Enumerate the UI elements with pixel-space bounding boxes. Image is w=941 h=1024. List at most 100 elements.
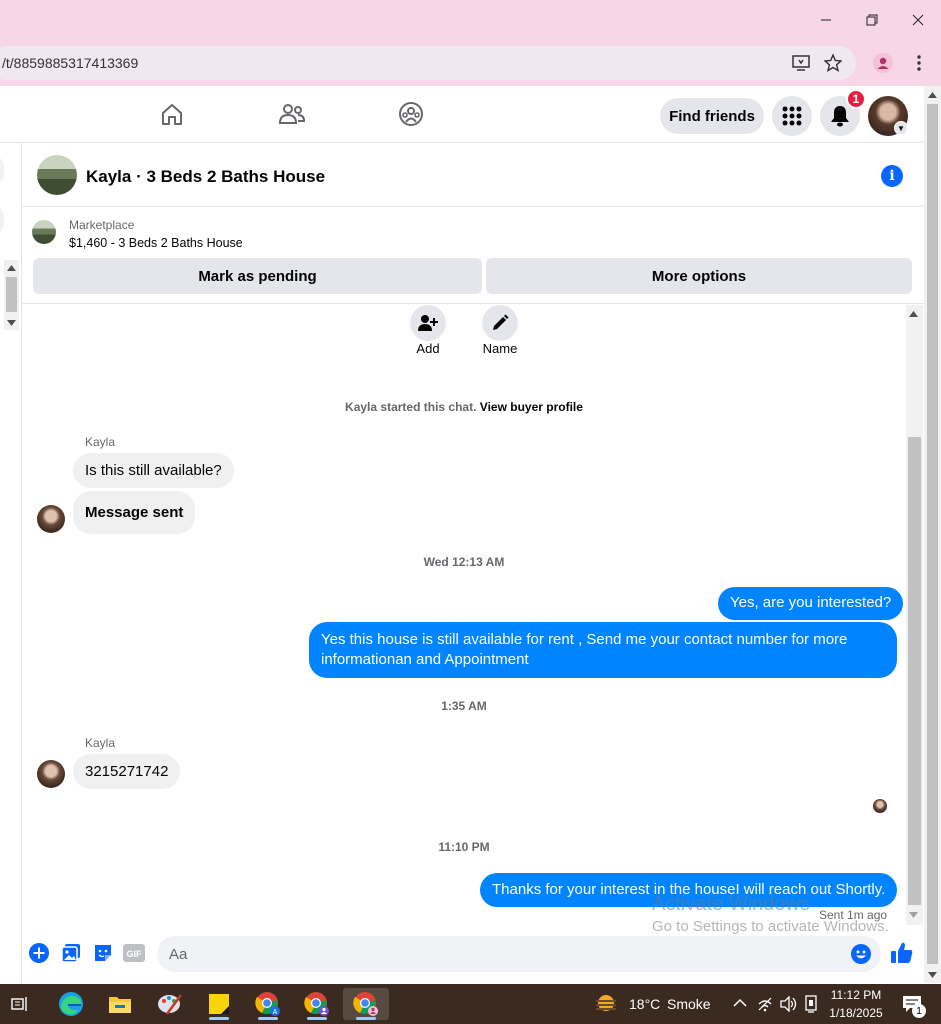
listing-small-thumbnail[interactable] [32, 220, 56, 244]
listing-title[interactable]: $1,460 - 3 Beds 2 Baths House [69, 236, 243, 250]
scroll-up-arrow-icon[interactable] [909, 311, 918, 317]
scroll-up-arrow-icon[interactable] [928, 92, 937, 98]
chrome-icon [353, 992, 378, 1016]
add-person-icon [418, 315, 438, 331]
close-icon [912, 14, 924, 26]
chrome-profile-b-taskbar-button[interactable] [297, 988, 337, 1020]
timestamp: 1:35 AM [441, 699, 487, 713]
groups-icon[interactable] [396, 99, 426, 129]
emoji-icon[interactable] [851, 944, 871, 964]
notification-count-badge: 1 [912, 1004, 926, 1018]
chevron-up-icon[interactable] [733, 998, 747, 1008]
paint-taskbar-button[interactable] [150, 988, 190, 1020]
name-label: Name [482, 341, 518, 356]
sticky-note-icon [209, 994, 229, 1014]
outgoing-message[interactable]: Yes this house is still available for re… [309, 622, 897, 678]
paint-palette-icon [158, 994, 183, 1015]
browser-menu-icon[interactable] [906, 50, 932, 76]
smoke-weather-icon [596, 995, 616, 1011]
scroll-up-arrow-icon[interactable] [7, 265, 16, 271]
restore-button[interactable] [849, 0, 895, 40]
photo-icon [61, 944, 80, 963]
attach-media-button[interactable] [60, 942, 82, 964]
chrome-profile-c-taskbar-button[interactable] [343, 988, 389, 1020]
file-explorer-taskbar-button[interactable] [100, 988, 140, 1020]
weather-condition[interactable]: Smoke [667, 996, 711, 1012]
marketplace-banner: Marketplace $1,460 - 3 Beds 2 Baths Hous… [22, 208, 924, 304]
weather-temperature[interactable]: 18°C [629, 996, 660, 1012]
watermark-line-2: Go to Settings to activate Windows. [652, 918, 889, 935]
active-app-indicator [209, 1017, 229, 1020]
page-scrollbar-thumb[interactable] [927, 104, 938, 964]
chat-started-text: Kayla started this chat. [345, 400, 477, 414]
sender-name: Kayla [85, 736, 116, 750]
chat-header: Kayla · 3 Beds 2 Baths House i [22, 143, 924, 207]
edge-taskbar-button[interactable] [51, 988, 91, 1020]
add-label: Add [416, 341, 440, 356]
gif-button[interactable]: GIF [123, 942, 145, 964]
url-text[interactable]: /t/8859885317413369 [2, 55, 138, 71]
chat-started-notice: Kayla started this chat. View buyer prof… [22, 400, 906, 414]
add-contact-button[interactable] [410, 305, 446, 341]
send-like-button[interactable] [890, 941, 914, 965]
sticker-button[interactable] [92, 942, 114, 964]
activate-windows-watermark: Activate Windows Go to Settings to activ… [652, 893, 889, 935]
notification-badge: 1 [846, 89, 866, 109]
find-friends-button[interactable]: Find friends [660, 98, 764, 134]
sender-avatar[interactable] [37, 505, 65, 533]
outgoing-message[interactable]: Yes, are you interested? [718, 587, 904, 620]
home-icon[interactable] [157, 99, 187, 129]
volume-icon[interactable] [780, 996, 798, 1012]
more-options-button[interactable]: More options [486, 258, 912, 294]
sticker-icon [95, 945, 111, 961]
edit-name-button[interactable] [482, 305, 518, 341]
chat-title[interactable]: Kayla · 3 Beds 2 Baths House [86, 167, 325, 187]
scroll-down-arrow-icon[interactable] [909, 912, 918, 918]
left-scrollbar-thumb[interactable] [6, 277, 17, 312]
sticky-notes-taskbar-button[interactable] [199, 988, 239, 1020]
network-icon[interactable] [757, 996, 773, 1012]
restore-icon [866, 14, 878, 26]
friends-icon[interactable] [277, 99, 307, 129]
pencil-icon [493, 314, 509, 330]
weather-widget[interactable] [590, 988, 622, 1020]
windows-taskbar: A 18°C Smoke 11:12 PM 1/18/2025 1 [0, 984, 941, 1024]
grid-icon [782, 106, 802, 126]
incoming-message[interactable]: Message sent [73, 491, 196, 534]
thumbs-up-icon [891, 942, 913, 963]
scroll-down-arrow-icon[interactable] [7, 320, 16, 326]
task-view-button[interactable] [0, 988, 40, 1020]
view-buyer-profile-link[interactable]: View buyer profile [480, 400, 583, 414]
sender-avatar[interactable] [37, 760, 65, 788]
incoming-message[interactable]: Is this still available? [73, 453, 234, 488]
menu-grid-button[interactable] [772, 96, 812, 136]
more-actions-button[interactable] [28, 942, 50, 964]
left-sidebar-item[interactable] [0, 155, 4, 185]
close-window-button[interactable] [895, 0, 941, 40]
sender-name: Kayla [85, 435, 116, 449]
svg-text:A: A [273, 1009, 278, 1016]
scroll-down-arrow-icon[interactable] [928, 972, 937, 978]
bookmark-star-icon[interactable] [820, 50, 846, 76]
install-app-icon[interactable] [788, 50, 814, 76]
chat-scrollbar-thumb[interactable] [908, 437, 921, 905]
profile-icon[interactable] [870, 50, 896, 76]
device-icon[interactable] [804, 995, 818, 1013]
mark-as-pending-button[interactable]: Mark as pending [33, 258, 482, 294]
timestamp: 11:10 PM [438, 840, 490, 854]
minimize-button[interactable] [803, 0, 849, 40]
message-input[interactable] [169, 936, 829, 972]
chevron-down-icon[interactable]: ▼ [894, 121, 908, 135]
incoming-message[interactable]: 3215271742 [73, 754, 181, 789]
listing-thumbnail[interactable] [37, 155, 77, 195]
message-list: Add Name Kayla started this chat. View b… [22, 305, 906, 930]
left-sidebar-item[interactable] [0, 205, 4, 235]
gif-icon: GIF [123, 944, 145, 962]
info-icon[interactable]: i [881, 165, 903, 187]
clock-date[interactable]: 1/18/2025 [826, 1006, 886, 1020]
active-app-indicator [258, 1017, 278, 1020]
clock-time[interactable]: 11:12 PM [826, 988, 886, 1002]
message-composer: GIF [22, 930, 924, 983]
message-input-container[interactable] [157, 936, 881, 972]
chrome-profile-a-taskbar-button[interactable]: A [248, 988, 288, 1020]
